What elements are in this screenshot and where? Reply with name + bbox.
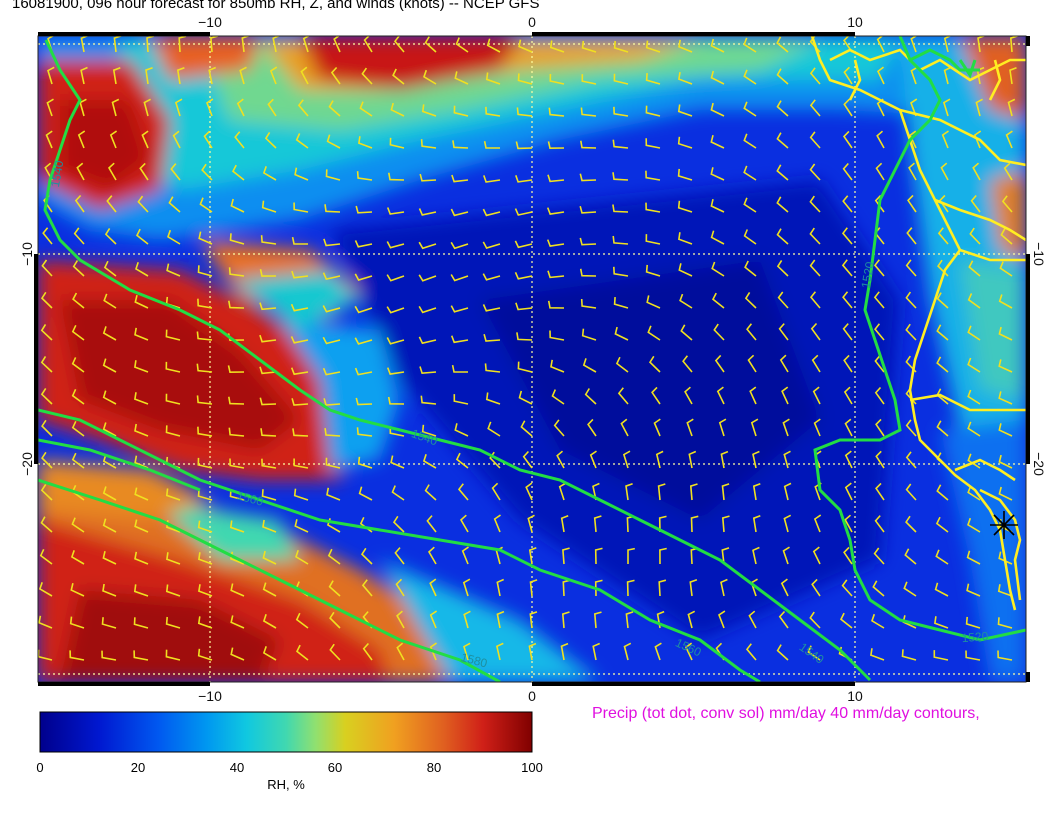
lat-tick-left: −20: [19, 452, 35, 476]
lat-tick-right: −20: [1031, 452, 1047, 476]
lon-tick-top: 0: [528, 14, 536, 30]
colorbar-tick: 20: [131, 760, 145, 775]
colorbar: 0 20 40 60 80 100 RH, %: [36, 711, 543, 792]
lon-tick-top: 10: [847, 14, 863, 30]
colorbar-tick: 40: [230, 760, 244, 775]
lat-tick-left: −10: [19, 242, 35, 266]
map-figure: 1540 1540 1560 1560 1580 1540 1520 1520 …: [19, 14, 1047, 792]
colorbar-tick: 60: [328, 760, 342, 775]
colorbar-tick: 100: [521, 760, 543, 775]
lon-tick-bottom: 0: [528, 688, 536, 704]
colorbar-tick: 80: [427, 760, 441, 775]
colorbar-tick: 0: [36, 760, 43, 775]
lon-tick-bottom: −10: [198, 688, 222, 704]
lon-tick-top: −10: [198, 14, 222, 30]
colorbar-ramp: [39, 711, 533, 753]
lon-tick-bottom: 10: [847, 688, 863, 704]
lat-tick-right: −10: [1031, 242, 1047, 266]
contour-label: 1520: [961, 629, 989, 645]
star-marker: [990, 511, 1018, 539]
precip-note: Precip (tot dot, conv sol) mm/day 40 mm/…: [592, 705, 980, 722]
colorbar-label: RH, %: [267, 777, 305, 792]
